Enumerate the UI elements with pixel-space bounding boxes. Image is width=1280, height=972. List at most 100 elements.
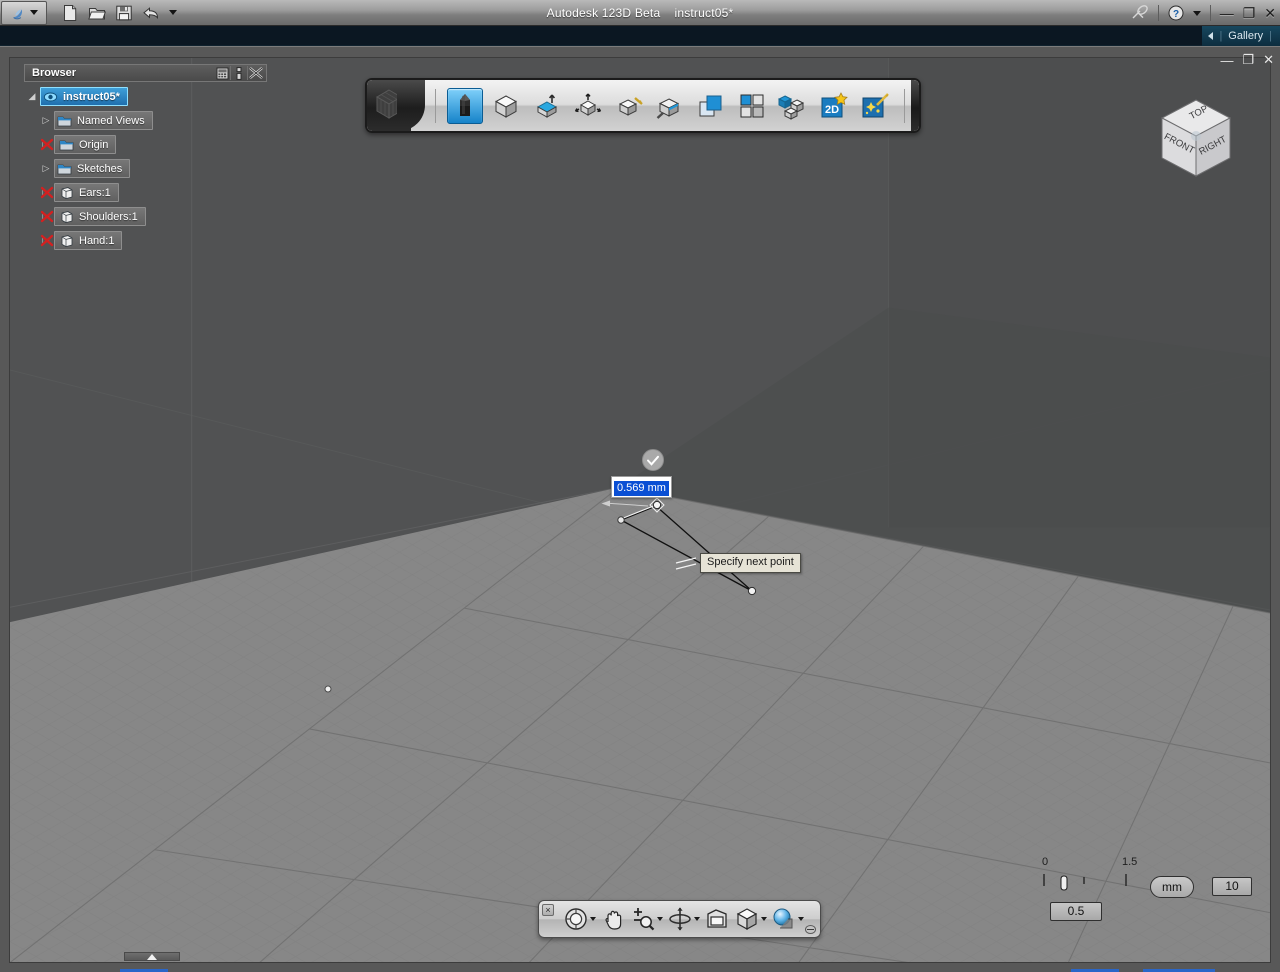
open-file-icon[interactable] — [88, 4, 106, 22]
divider — [435, 88, 436, 123]
dock-icon[interactable] — [231, 66, 247, 81]
chevron-down-icon[interactable] — [694, 917, 700, 921]
gallery-tab[interactable]: | Gallery | — [1202, 26, 1280, 46]
expand-triangle-icon[interactable]: ▷ — [38, 114, 54, 128]
browser-panel: Browser ◢ instruct05* ▷ Named Views Orig… — [24, 64, 267, 254]
chevron-down-icon[interactable] — [657, 917, 663, 921]
maximize-button[interactable]: ❐ — [1243, 6, 1256, 20]
grid-tool-button[interactable] — [734, 88, 770, 124]
pan-button[interactable] — [598, 906, 628, 932]
2d-tool-button[interactable]: 2D — [816, 88, 852, 124]
cube-stack-icon — [778, 94, 805, 120]
dimension-input[interactable]: 0.569 mm — [611, 476, 672, 498]
pattern-tool-button[interactable] — [611, 88, 647, 124]
123d-logo-icon — [13, 8, 23, 19]
divider: | — [1269, 30, 1272, 42]
chevron-down-icon[interactable] — [761, 917, 767, 921]
save-file-icon[interactable] — [115, 4, 133, 22]
grid-size-input[interactable]: 10 — [1212, 877, 1252, 896]
chevron-down-icon — [30, 10, 38, 15]
browser-tree-node[interactable]: Origin — [40, 135, 117, 154]
look-at-button[interactable] — [702, 906, 732, 932]
combine-icon — [699, 95, 722, 116]
solid-icon — [61, 234, 73, 247]
browser-tree-label: Shoulders:1 — [79, 210, 138, 223]
display-style-button[interactable] — [769, 906, 806, 932]
browser-tree-row[interactable]: ▷ Named Views — [24, 110, 267, 131]
filter-icon[interactable] — [214, 66, 230, 81]
panel-expand-handle[interactable] — [124, 952, 180, 961]
customize-qat-icon[interactable] — [169, 10, 177, 15]
close-button[interactable]: ✕ — [1264, 6, 1276, 20]
steering-wheel-icon — [565, 908, 587, 930]
expand-triangle-icon[interactable]: ▷ — [38, 162, 54, 176]
browser-tree-row[interactable]: ▷Shoulders:1 — [24, 206, 267, 227]
navbar-menu-icon[interactable] — [804, 924, 816, 934]
chevron-down-icon[interactable] — [590, 917, 596, 921]
collapse-arrow-icon[interactable] — [1208, 32, 1214, 40]
viewport-3d[interactable]: 0.569 mm Specify next point Browser ◢ in… — [9, 57, 1271, 963]
browser-tree-row[interactable]: ◢ instruct05* — [24, 86, 267, 107]
toolbar-buttons: 2D — [411, 87, 911, 124]
solid-icon — [61, 210, 73, 223]
orbit-button[interactable] — [665, 906, 702, 932]
broadcast-icon[interactable] — [1131, 5, 1149, 21]
zoom-button[interactable] — [628, 906, 665, 932]
browser-tree-label: Hand:1 — [79, 234, 115, 247]
browser-tree-node[interactable]: instruct05* — [40, 87, 128, 106]
browser-tree-node[interactable]: Sketches — [54, 159, 131, 178]
window-controls: ? — ❐ ✕ — [1131, 0, 1276, 26]
collapse-triangle-icon[interactable]: ◢ — [24, 90, 40, 104]
hidden-x-icon — [40, 138, 54, 150]
units-button[interactable]: mm — [1150, 876, 1194, 898]
chevron-down-icon[interactable] — [798, 917, 804, 921]
browser-tree-row[interactable]: ▷Hand:1 — [24, 230, 267, 251]
magic-wand-icon — [862, 92, 889, 117]
doc-restore-button[interactable]: ❐ — [1242, 52, 1254, 68]
browser-title: Browser — [32, 67, 77, 79]
transform-icon — [574, 93, 602, 116]
doc-minimize-button[interactable]: — — [1220, 53, 1233, 68]
app-menu-button[interactable] — [1, 0, 47, 25]
help-icon[interactable]: ? — [1168, 5, 1184, 21]
browser-tree-label: Sketches — [77, 162, 123, 175]
steering-wheel-button[interactable] — [561, 906, 598, 932]
modify-tool-button[interactable] — [570, 88, 606, 124]
browser-tree-row[interactable]: ▷Origin — [24, 134, 267, 155]
sphere-icon — [773, 908, 793, 929]
dimension-value: 0.569 mm — [614, 481, 669, 496]
hand-icon — [605, 910, 622, 930]
gallery-label: Gallery — [1228, 30, 1264, 42]
browser-tree-node[interactable]: Shoulders:1 — [40, 207, 146, 226]
smart-tool-button[interactable] — [857, 88, 893, 124]
toolbar-logo[interactable] — [367, 80, 425, 131]
close-icon[interactable] — [248, 66, 264, 81]
new-file-icon[interactable] — [61, 4, 79, 22]
minimize-button[interactable]: — — [1220, 6, 1234, 20]
help-chevron-down-icon[interactable] — [1192, 10, 1201, 16]
sketch-tool-button[interactable] — [447, 87, 483, 124]
2d-star-icon: 2D — [821, 91, 848, 117]
navbar-close-icon[interactable]: × — [542, 904, 554, 916]
assembly-tool-button[interactable] — [775, 88, 811, 124]
zoom-icon — [634, 908, 655, 931]
toolbar-end-cap — [911, 80, 919, 131]
browser-tree-node[interactable]: Hand:1 — [40, 231, 123, 250]
browser-tree-row[interactable]: ▷Ears:1 — [24, 182, 267, 203]
scale-tick-start-label: 0 — [1042, 856, 1049, 868]
browser-tree-label: Origin — [79, 138, 109, 151]
combine-tool-button[interactable] — [652, 88, 688, 124]
browser-tree-node[interactable]: Named Views — [54, 111, 153, 130]
browser-tree-row[interactable]: ▷ Sketches — [24, 158, 267, 179]
divider — [1209, 5, 1211, 21]
undo-icon[interactable] — [142, 4, 160, 22]
scale-slider-value[interactable]: 0.5 — [1050, 902, 1102, 921]
boolean-tool-button[interactable] — [693, 88, 729, 124]
view-cube-button[interactable] — [732, 906, 769, 932]
view-cube[interactable]: TOP FRONT RIGHT — [1156, 96, 1236, 182]
construct-tool-button[interactable] — [529, 88, 565, 124]
main-toolbar: 2D — [365, 78, 921, 133]
doc-close-button[interactable]: ✕ — [1263, 52, 1274, 68]
browser-tree-node[interactable]: Ears:1 — [40, 183, 119, 202]
primitives-tool-button[interactable] — [488, 88, 524, 124]
